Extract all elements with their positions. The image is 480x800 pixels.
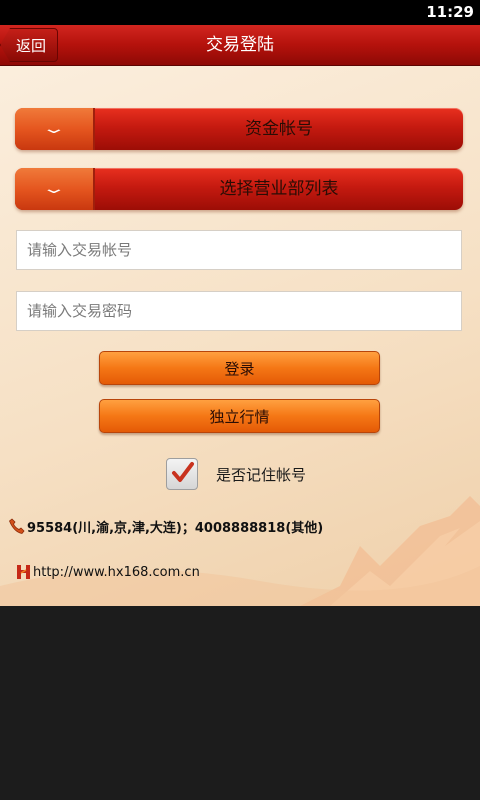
url-row: http://www.hx168.com.cn bbox=[16, 562, 200, 582]
dropdown-arrow-box: ⌄ bbox=[15, 168, 95, 210]
login-button[interactable]: 登录 bbox=[99, 351, 380, 385]
login-form-area: ⌄ 资金帐号 ⌄ 选择营业部列表 登录 独立行情 是否记住帐号 95584(川,… bbox=[0, 66, 480, 606]
dropdown-arrow-box: ⌄ bbox=[15, 108, 95, 150]
chevron-down-icon: ⌄ bbox=[41, 121, 67, 137]
account-input[interactable] bbox=[16, 230, 462, 270]
check-icon bbox=[172, 462, 194, 482]
website-url[interactable]: http://www.hx168.com.cn bbox=[33, 565, 200, 580]
remember-checkbox[interactable] bbox=[166, 458, 198, 490]
account-type-label: 资金帐号 bbox=[245, 119, 313, 139]
account-type-dropdown[interactable]: ⌄ 资金帐号 bbox=[15, 108, 463, 150]
empty-bottom-area bbox=[0, 606, 480, 800]
phone-icon bbox=[9, 518, 25, 534]
status-time: 11:29 bbox=[426, 3, 474, 21]
branch-dropdown[interactable]: ⌄ 选择营业部列表 bbox=[15, 168, 463, 210]
page-title: 交易登陆 bbox=[206, 35, 274, 55]
remember-label: 是否记住帐号 bbox=[216, 466, 307, 484]
market-button[interactable]: 独立行情 bbox=[99, 399, 380, 433]
back-button[interactable]: 返回 bbox=[0, 28, 58, 62]
phone-text: 95584(川,渝,京,津,大连)；4008888818(其他) bbox=[27, 520, 324, 536]
title-bar: 交易登陆 返回 bbox=[0, 25, 480, 66]
chevron-down-icon: ⌄ bbox=[41, 181, 67, 197]
company-logo-icon bbox=[17, 565, 30, 579]
phone-row: 95584(川,渝,京,津,大连)；4008888818(其他) bbox=[8, 516, 323, 536]
password-input[interactable] bbox=[16, 291, 462, 331]
status-bar: 11:29 bbox=[0, 0, 480, 25]
branch-label: 选择营业部列表 bbox=[219, 179, 339, 199]
